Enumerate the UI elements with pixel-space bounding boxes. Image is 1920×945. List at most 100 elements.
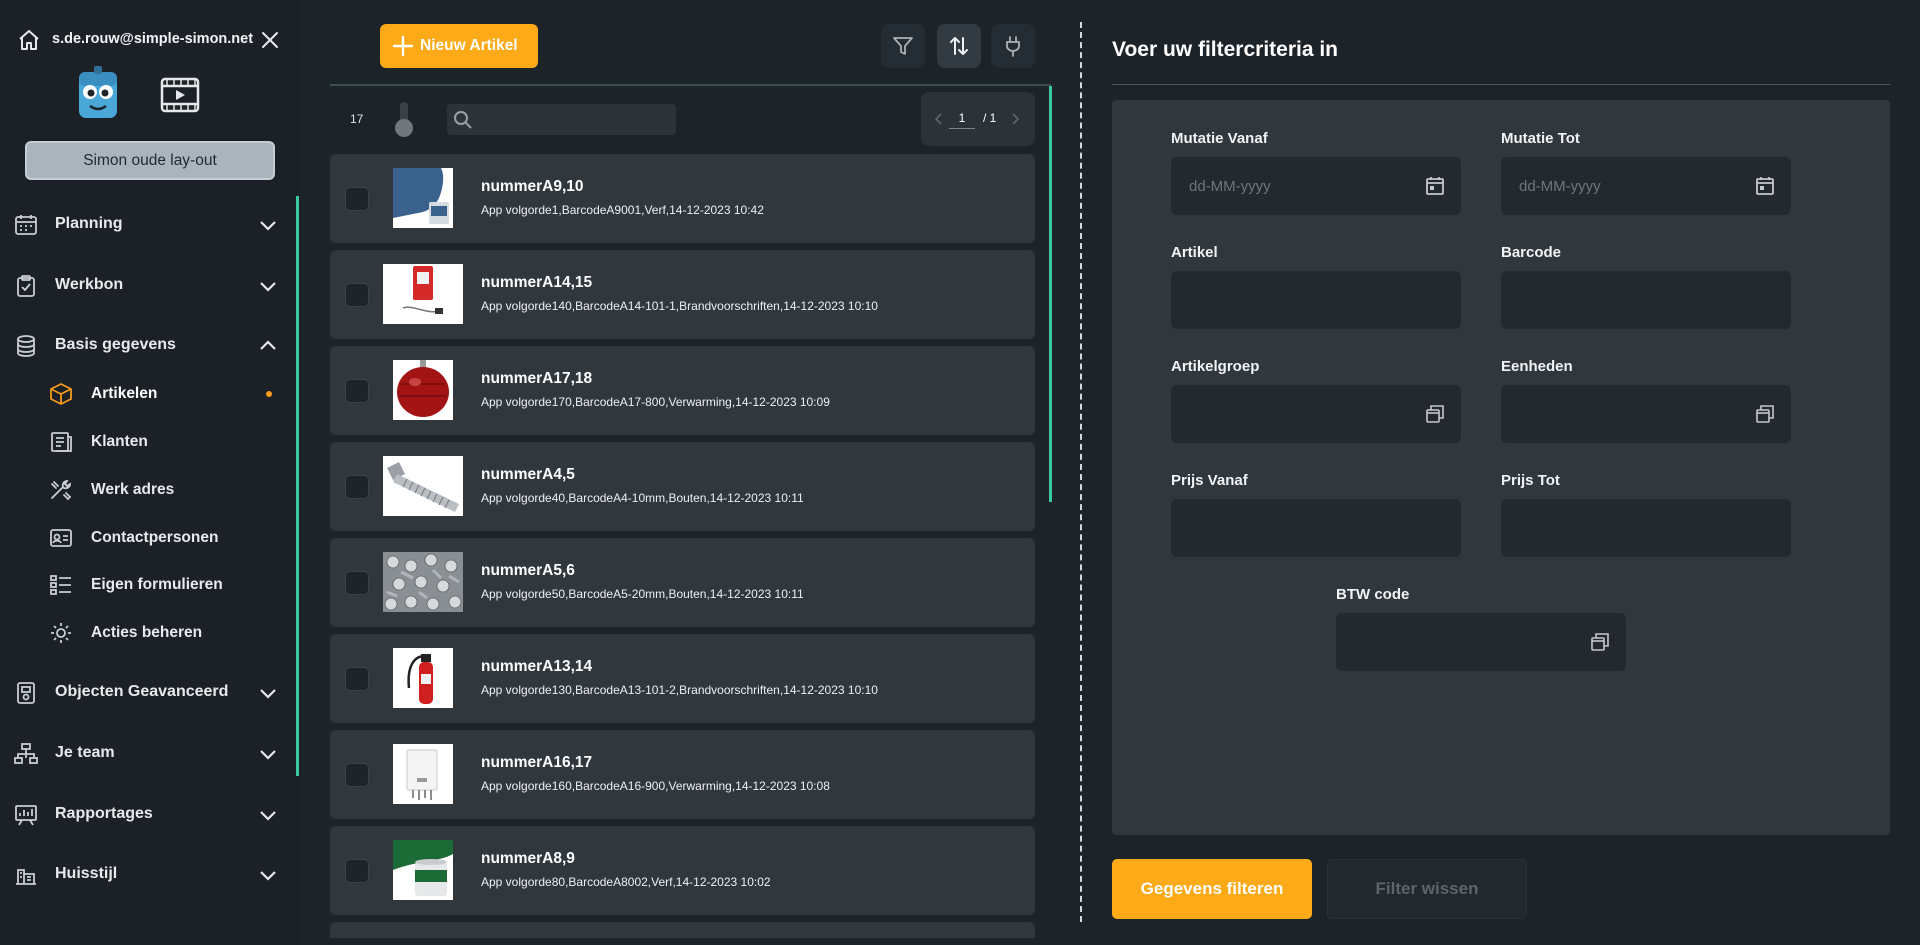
- sidebar-subitem-eigen-formulieren[interactable]: Eigen formulieren: [0, 569, 290, 601]
- plus-icon: [392, 35, 414, 57]
- sidebar-item-huisstijl[interactable]: Huisstijl: [0, 857, 290, 893]
- list-scrollbar[interactable]: [1049, 86, 1052, 502]
- list-item[interactable]: nummerA4,5 App volgorde40,BarcodeA4-10mm…: [330, 442, 1035, 531]
- row-checkbox[interactable]: [345, 187, 369, 211]
- objects-icon: [17, 682, 35, 704]
- clipboard-icon: [17, 275, 35, 297]
- artikelgroep-input[interactable]: [1189, 402, 1409, 426]
- chevron-left-icon[interactable]: [933, 113, 943, 125]
- prijs-tot-field: [1501, 499, 1791, 557]
- form-list-icon: [50, 575, 71, 595]
- filter-toggle-button[interactable]: [881, 24, 925, 68]
- user-email: s.de.rouw@simple-simon.net: [52, 31, 254, 47]
- search-input[interactable]: [479, 108, 669, 131]
- row-checkbox[interactable]: [345, 667, 369, 691]
- list-item[interactable]: nummerA9,10 App volgorde1,BarcodeA9001,V…: [330, 154, 1035, 243]
- clear-filter-button[interactable]: Filter wissen: [1327, 859, 1527, 919]
- home-icon[interactable]: [17, 28, 41, 52]
- list-item[interactable]: [330, 922, 1035, 938]
- close-icon[interactable]: [258, 28, 282, 52]
- eenheden-field: [1501, 385, 1791, 443]
- row-checkbox[interactable]: [345, 475, 369, 499]
- sidebar-item-werkbon[interactable]: Werkbon: [0, 268, 290, 304]
- calendar-icon[interactable]: [1755, 176, 1775, 196]
- active-indicator: [266, 391, 272, 397]
- row-checkbox[interactable]: [345, 379, 369, 403]
- brand-icon: [16, 869, 36, 885]
- sidebar-item-rapportages[interactable]: Rapportages: [0, 797, 290, 833]
- chevron-down-icon: [260, 221, 276, 231]
- list-item[interactable]: nummerA13,14 App volgorde130,BarcodeA13-…: [330, 634, 1035, 723]
- filter-title: Voer uw filtercriteria in: [1112, 38, 1339, 61]
- lookup-icon[interactable]: [1755, 404, 1775, 424]
- sidebar-subitem-label: Artikelen: [91, 385, 158, 402]
- chevron-up-icon: [260, 340, 276, 350]
- row-checkbox[interactable]: [345, 859, 369, 883]
- chevron-right-icon[interactable]: [1011, 113, 1021, 125]
- sidebar-item-label: Objecten Geavanceerd: [55, 683, 229, 700]
- new-article-label: Nieuw Artikel: [420, 37, 518, 54]
- list-item[interactable]: nummerA8,9 App volgorde80,BarcodeA8002,V…: [330, 826, 1035, 915]
- eenheden-input[interactable]: [1519, 402, 1739, 426]
- sort-button[interactable]: [937, 24, 981, 68]
- row-checkbox[interactable]: [345, 571, 369, 595]
- lookup-icon[interactable]: [1425, 404, 1445, 424]
- thumbnail-extinguisher: [393, 648, 453, 708]
- prijs-vanaf-input[interactable]: [1189, 516, 1409, 540]
- item-count: 17: [350, 112, 364, 126]
- artikel-field: [1171, 271, 1461, 329]
- btw-code-field: [1336, 613, 1626, 671]
- row-title: nummerA8,9: [481, 850, 575, 867]
- apply-filter-button[interactable]: Gegevens filteren: [1112, 859, 1312, 919]
- prijs-tot-input[interactable]: [1519, 516, 1739, 540]
- sidebar-item-objecten-geavanceerd[interactable]: Objecten Geavanceerd: [0, 675, 290, 711]
- chevron-down-icon: [260, 689, 276, 699]
- list-item[interactable]: nummerA5,6 App volgorde50,BarcodeA5-20mm…: [330, 538, 1035, 627]
- artikelgroep-label: Artikelgroep: [1171, 358, 1260, 375]
- btw-code-input[interactable]: [1354, 630, 1574, 654]
- sidebar-item-basis-gegevens[interactable]: Basis gegevens: [0, 328, 290, 364]
- row-title: nummerA17,18: [481, 370, 593, 387]
- thumbnail-boiler: [393, 744, 453, 804]
- sidebar-subitem-werk-adres[interactable]: Werk adres: [0, 474, 290, 506]
- sidebar-subitem-artikelen[interactable]: Artikelen: [0, 378, 290, 410]
- calendar-icon[interactable]: [1425, 176, 1445, 196]
- gear-icon: [51, 623, 71, 643]
- list-item[interactable]: nummerA17,18 App volgorde170,BarcodeA17-…: [330, 346, 1035, 435]
- list-item[interactable]: nummerA14,15 App volgorde140,BarcodeA14-…: [330, 250, 1035, 339]
- old-layout-button[interactable]: Simon oude lay-out: [25, 141, 275, 180]
- list-item[interactable]: nummerA16,17 App volgorde160,BarcodeA16-…: [330, 730, 1035, 819]
- sidebar-subitem-label: Contactpersonen: [91, 529, 219, 546]
- lookup-icon[interactable]: [1590, 632, 1610, 652]
- chevron-down-icon: [260, 811, 276, 821]
- sidebar-item-label: Planning: [55, 215, 123, 232]
- sidebar-item-je-team[interactable]: Je team: [0, 736, 290, 772]
- row-details: App volgorde1,BarcodeA9001,Verf,14-12-20…: [481, 203, 764, 217]
- prijs-tot-label: Prijs Tot: [1501, 472, 1560, 489]
- sidebar-subitem-acties-beheren[interactable]: Acties beheren: [0, 617, 290, 649]
- page-number[interactable]: 1: [949, 111, 975, 129]
- select-all-toggle[interactable]: [394, 102, 414, 138]
- mutatie-tot-input[interactable]: [1519, 174, 1739, 198]
- sidebar-subitem-klanten[interactable]: Klanten: [0, 426, 290, 458]
- simon-logo: [79, 66, 117, 118]
- database-icon: [17, 335, 35, 357]
- new-article-button[interactable]: Nieuw Artikel: [380, 24, 538, 68]
- plug-button[interactable]: [991, 24, 1035, 68]
- sidebar-item-label: Je team: [55, 744, 115, 761]
- mutatie-vanaf-input[interactable]: [1189, 174, 1409, 198]
- row-details: App volgorde80,BarcodeA8002,Verf,14-12-2…: [481, 875, 771, 889]
- row-title: nummerA14,15: [481, 274, 593, 291]
- sidebar-subitem-contactpersonen[interactable]: Contactpersonen: [0, 522, 290, 554]
- row-checkbox[interactable]: [345, 763, 369, 787]
- sidebar-item-planning[interactable]: Planning: [0, 207, 290, 243]
- artikel-input[interactable]: [1189, 288, 1409, 312]
- tools-icon: [51, 480, 72, 501]
- artikel-label: Artikel: [1171, 244, 1218, 261]
- row-checkbox[interactable]: [345, 283, 369, 307]
- row-title: nummerA5,6: [481, 562, 575, 579]
- mutatie-vanaf-label: Mutatie Vanaf: [1171, 130, 1268, 147]
- sidebar-item-label: Rapportages: [55, 805, 153, 822]
- barcode-input[interactable]: [1519, 288, 1739, 312]
- video-icon[interactable]: [160, 77, 200, 113]
